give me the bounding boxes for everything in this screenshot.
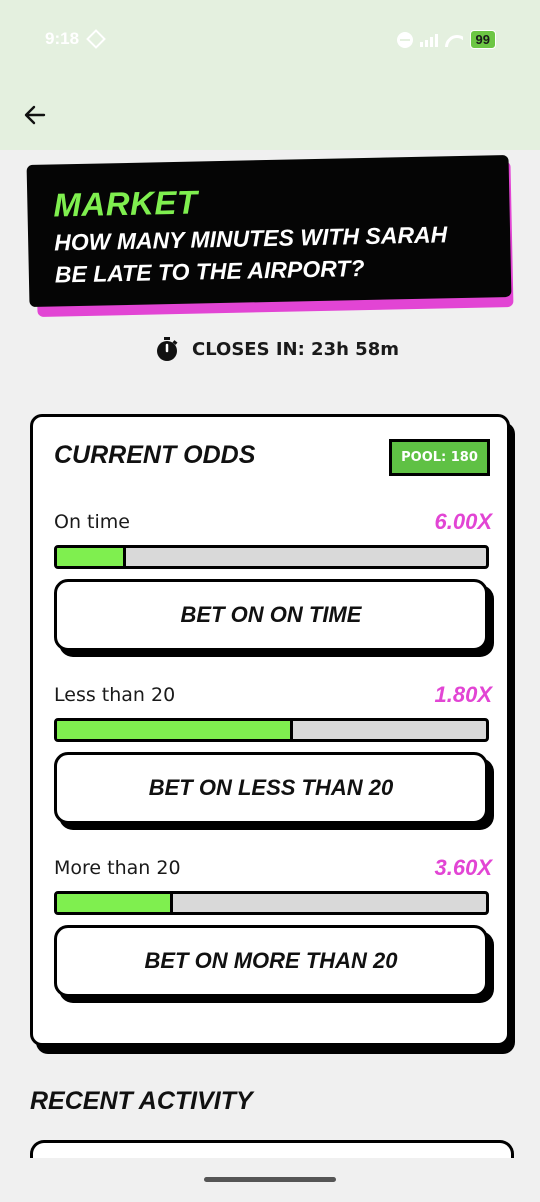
option-progress-bar — [54, 545, 489, 569]
market-card: MARKET HOW MANY MINUTES WITH SARAH BE LA… — [26, 154, 514, 317]
bet-button-wrap: BET ON LESS THAN 20 — [54, 752, 494, 830]
option-progress-fill — [57, 721, 293, 739]
pool-badge: POOL: 180 — [389, 439, 490, 476]
option-label: On time — [54, 511, 130, 533]
bet-less-than-20-button[interactable]: BET ON LESS THAN 20 — [54, 752, 488, 824]
app-bar — [0, 80, 540, 150]
bet-more-than-20-button[interactable]: BET ON MORE THAN 20 — [54, 925, 488, 997]
option-multiplier: 3.60X — [434, 855, 493, 880]
status-bar: 9:18 99 — [0, 0, 540, 80]
option-progress-fill — [57, 894, 173, 912]
market-label: MARKET — [53, 183, 198, 224]
stopwatch-icon — [157, 337, 178, 361]
recent-activity-card — [30, 1140, 514, 1158]
status-icons: 99 — [396, 30, 496, 49]
recent-activity-title: RECENT ACTIVITY — [30, 1087, 253, 1115]
battery-icon: 99 — [469, 30, 496, 49]
signal-icon — [419, 33, 438, 47]
option-progress-bar — [54, 718, 489, 742]
option-multiplier: 1.80X — [434, 682, 493, 707]
home-indicator[interactable] — [204, 1177, 336, 1182]
bet-button-wrap: BET ON MORE THAN 20 — [54, 925, 494, 1003]
option-progress-bar — [54, 891, 489, 915]
back-button[interactable] — [18, 98, 52, 132]
option-multiplier: 6.00X — [434, 509, 493, 534]
status-time: 9:18 — [45, 29, 80, 48]
odds-card: CURRENT ODDS POOL: 180 On time 6.00X BET… — [30, 414, 515, 1054]
option-label: Less than 20 — [54, 684, 176, 706]
dnd-icon — [396, 31, 413, 48]
market-question: HOW MANY MINUTES WITH SARAH BE LATE TO T… — [53, 221, 448, 288]
bet-button-wrap: BET ON ON TIME — [54, 579, 494, 657]
closes-text: CLOSES IN: 23h 58m — [192, 338, 399, 360]
wifi-icon — [445, 33, 463, 47]
odds-card-body: CURRENT ODDS POOL: 180 On time 6.00X BET… — [30, 414, 510, 1046]
closes-countdown: CLOSES IN: 23h 58m — [154, 336, 399, 362]
bet-on-time-button[interactable]: BET ON ON TIME — [54, 579, 488, 651]
app-diamond-icon — [86, 29, 106, 49]
odds-title: CURRENT ODDS — [54, 441, 256, 469]
option-label: More than 20 — [54, 857, 181, 879]
market-card-body: MARKET HOW MANY MINUTES WITH SARAH BE LA… — [26, 154, 512, 308]
option-progress-fill — [57, 548, 126, 566]
arrow-left-icon — [24, 105, 46, 125]
